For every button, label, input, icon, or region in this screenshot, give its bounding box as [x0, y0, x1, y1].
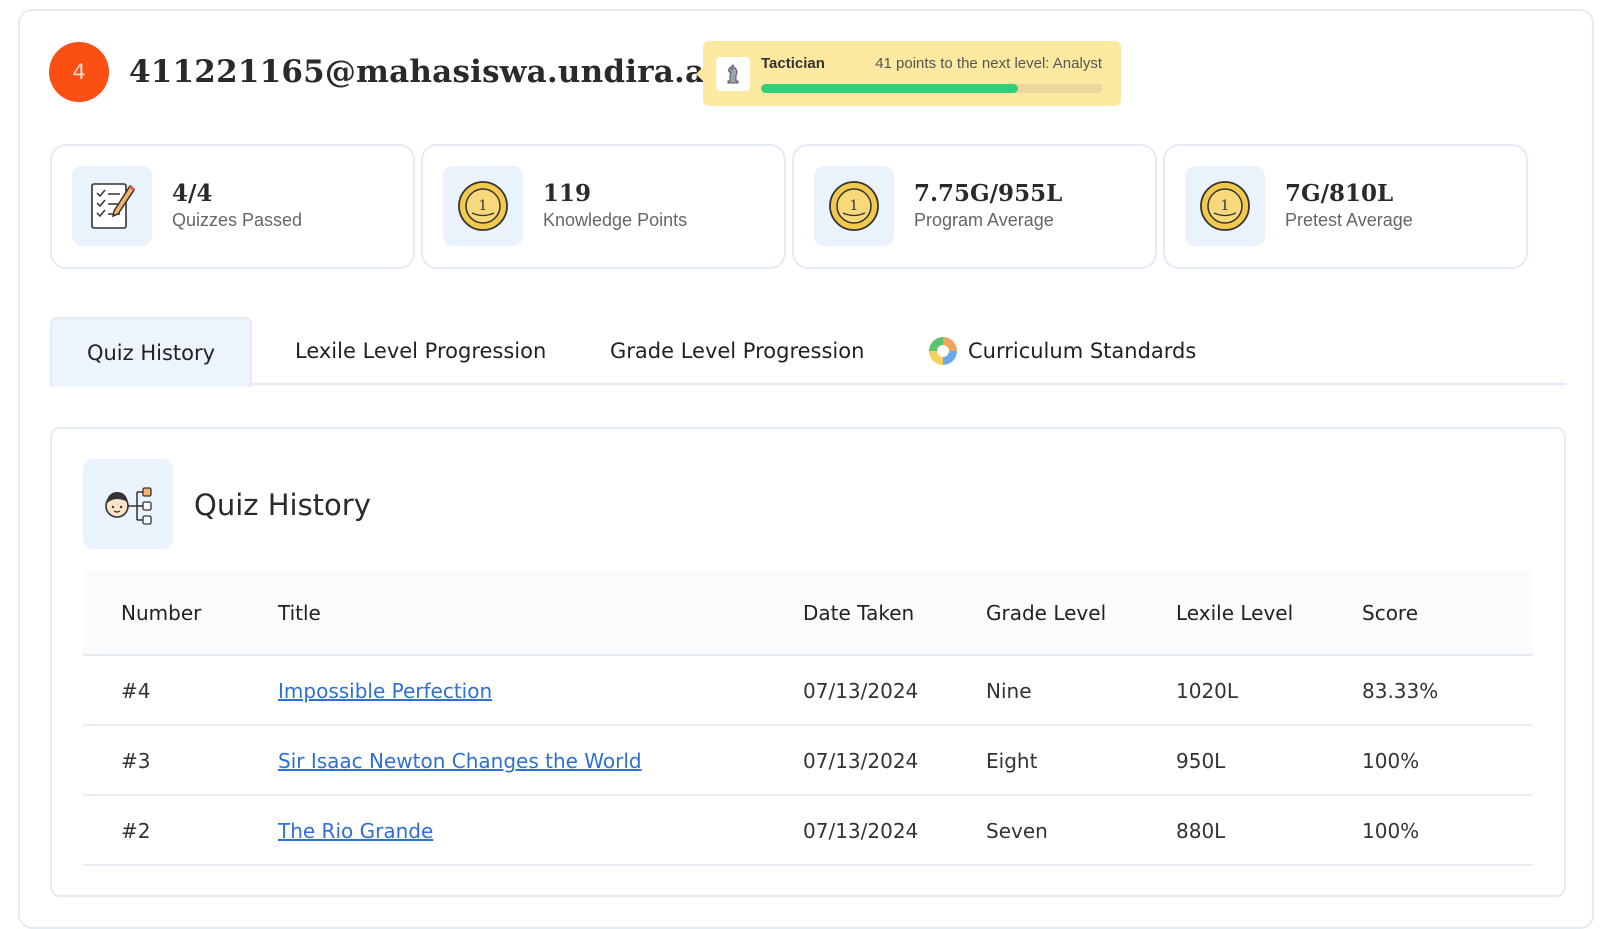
column-header-score: Score [1362, 601, 1419, 625]
quiz-number: #2 [121, 819, 151, 843]
stat-label: Pretest Average [1285, 210, 1413, 230]
tab-curriculum-standards[interactable]: Curriculum Standards [928, 317, 1196, 385]
svg-text:1: 1 [1221, 198, 1230, 214]
tab-quiz-history[interactable]: Quiz History [50, 317, 252, 387]
quiz-number: #4 [121, 679, 151, 703]
level-progress-fill [761, 84, 1018, 93]
svg-text:1: 1 [850, 198, 859, 214]
stat-label: Quizzes Passed [172, 210, 303, 230]
stat-card-program-average: 1 7.75G/955L Program Average [792, 144, 1157, 269]
stat-value: 4/4 [172, 180, 213, 207]
avatar-rank-number: 4 [72, 60, 86, 84]
level-progress-bar [761, 84, 1103, 93]
quiz-lexile: 1020L [1176, 679, 1239, 703]
table-row: #3 Sir Isaac Newton Changes the World 07… [83, 726, 1533, 796]
quiz-checklist-icon [72, 166, 152, 246]
level-next-text: 41 points to the next level: Analyst [875, 55, 1102, 72]
panel-title: Quiz History [194, 488, 371, 522]
table-row: #2 The Rio Grande 07/13/2024 Seven 880L … [83, 796, 1533, 866]
quiz-date: 07/13/2024 [803, 749, 919, 773]
stat-card-pretest-average: 1 7G/810L Pretest Average [1163, 144, 1528, 269]
quiz-history-panel: Quiz History Number Title Date Taken Gra… [50, 427, 1566, 897]
gold-coin-icon: 1 [443, 166, 523, 246]
quiz-score: 83.33% [1362, 679, 1439, 703]
quiz-date: 07/13/2024 [803, 819, 919, 843]
tab-grade-level-progression[interactable]: Grade Level Progression [610, 317, 864, 385]
table-row: #4 Impossible Perfection 07/13/2024 Nine… [83, 656, 1533, 726]
quiz-lexile: 950L [1176, 749, 1226, 773]
level-name: Tactician [761, 55, 825, 72]
quiz-history-table: Number Title Date Taken Grade Level Lexi… [83, 570, 1533, 866]
table-header: Number Title Date Taken Grade Level Lexi… [83, 570, 1533, 656]
quiz-date: 07/13/2024 [803, 679, 919, 703]
quiz-title-link[interactable]: Impossible Perfection [278, 679, 492, 703]
chess-knight-icon [716, 57, 750, 91]
level-badge: Tactician 41 points to the next level: A… [696, 41, 1121, 106]
student-network-icon [83, 459, 173, 549]
user-email-title: 411221165@mahasiswa.undira.ac.id [129, 54, 770, 90]
tab-bar: Quiz History Lexile Level Progression Gr… [50, 317, 1566, 387]
quiz-number: #3 [121, 749, 151, 773]
stat-value: 7.75G/955L [914, 180, 1063, 207]
stats-row: 4/4 Quizzes Passed 1 119 Knowledge Point… [50, 144, 1570, 269]
gold-coin-icon: 1 [814, 166, 894, 246]
column-header-lexile-level: Lexile Level [1176, 601, 1294, 625]
tab-label: Lexile Level Progression [295, 339, 547, 363]
svg-text:1: 1 [479, 198, 488, 214]
tab-label: Quiz History [86, 341, 216, 365]
quiz-score: 100% [1362, 749, 1420, 773]
tab-label: Grade Level Progression [610, 339, 865, 363]
quiz-score: 100% [1362, 819, 1420, 843]
quiz-title-link[interactable]: Sir Isaac Newton Changes the World [278, 749, 642, 773]
column-header-grade-level: Grade Level [986, 601, 1107, 625]
column-header-title: Title [278, 601, 321, 625]
column-header-number: Number [121, 601, 202, 625]
column-header-date-taken: Date Taken [803, 601, 915, 625]
tab-lexile-level-progression[interactable]: Lexile Level Progression [295, 317, 546, 385]
quiz-title-link[interactable]: The Rio Grande [278, 819, 433, 843]
stat-value: 7G/810L [1285, 180, 1394, 207]
tab-label: Curriculum Standards [968, 339, 1197, 363]
avatar: 4 [49, 42, 109, 102]
pie-chart-icon [928, 336, 958, 366]
gold-coin-icon: 1 [1185, 166, 1265, 246]
stat-label: Knowledge Points [543, 210, 688, 230]
quiz-grade: Nine [986, 679, 1032, 703]
stat-label: Program Average [914, 210, 1054, 230]
quiz-lexile: 880L [1176, 819, 1226, 843]
stat-card-knowledge-points: 1 119 Knowledge Points [421, 144, 786, 269]
stat-card-quizzes: 4/4 Quizzes Passed [50, 144, 415, 269]
quiz-grade: Seven [986, 819, 1048, 843]
stat-value: 119 [543, 180, 592, 207]
quiz-grade: Eight [986, 749, 1038, 773]
